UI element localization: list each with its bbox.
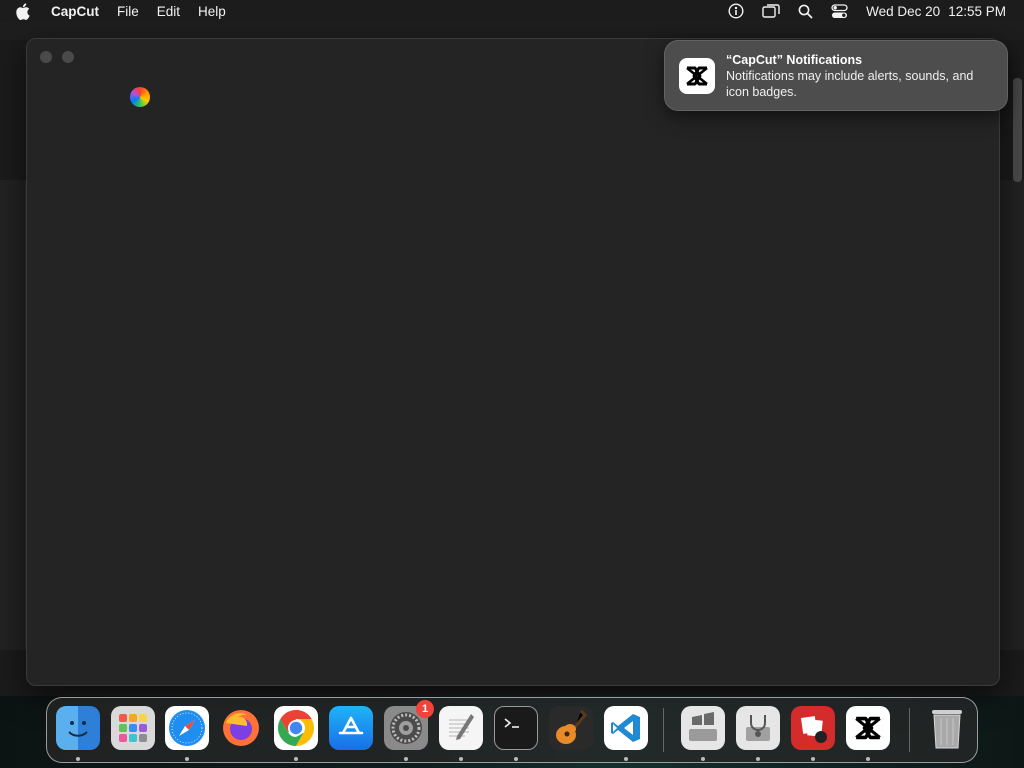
loading-spinner-icon [130,87,150,107]
launchpad-icon[interactable] [111,706,155,750]
background-scrollbar[interactable] [1013,78,1022,182]
close-window-button[interactable] [40,51,52,63]
chrome-icon[interactable] [274,706,318,750]
running-indicator [624,757,628,761]
running-indicator [514,757,518,761]
settings-icon[interactable]: 1 [384,700,434,750]
minimize-window-button[interactable] [62,51,74,63]
accessibility-icon[interactable] [728,3,744,19]
textedit-icon[interactable] [439,706,483,750]
running-indicator [756,757,760,761]
spotlight-search-icon[interactable] [798,4,813,19]
window-controls [40,51,74,63]
menu-help[interactable]: Help [198,4,226,19]
menu-file[interactable]: File [117,4,139,19]
running-indicator [76,757,80,761]
safari-icon[interactable] [165,706,209,750]
control-center-icon[interactable] [831,3,848,19]
app-menu-capcut[interactable]: CapCut [51,4,99,19]
screen-mirroring-icon[interactable] [762,3,780,19]
running-indicator [185,757,189,761]
firefox-icon[interactable] [219,706,263,750]
apple-menu-icon[interactable] [15,2,37,20]
notification-banner[interactable]: “CapCut” Notifications Notifications may… [664,40,1008,111]
garageband-icon[interactable] [549,706,593,750]
running-indicator [459,757,463,761]
bootcamp-icon[interactable] [681,706,725,750]
capcut-main-window [26,38,1000,686]
menu-bar: CapCut File Edit Help Wed Dec 20 12:55 P… [0,0,1024,22]
dock: 1 [46,697,978,763]
vscode-icon[interactable] [604,706,648,750]
running-indicator [866,757,870,761]
clock-time: 12:55 PM [948,3,1006,19]
running-indicator [404,757,408,761]
terminal-icon[interactable] [494,706,538,750]
menubar-clock[interactable]: Wed Dec 20 12:55 PM [866,4,1006,19]
clock-date: Wed Dec 20 [866,3,941,19]
trash-icon[interactable] [925,706,969,750]
dock-separator [663,708,664,752]
background-window-sidebar [0,180,26,650]
app-store-icon[interactable] [329,706,373,750]
menu-edit[interactable]: Edit [157,4,180,19]
photo-booth-icon[interactable] [791,706,835,750]
background-window-edge [1000,180,1024,650]
notification-content: “CapCut” Notifications Notifications may… [726,52,995,100]
notification-body: Notifications may include alerts, sounds… [726,68,974,99]
dock-separator [909,708,910,752]
running-indicator [294,757,298,761]
notification-title: “CapCut” Notifications [726,52,863,67]
running-indicator [701,757,705,761]
notification-badge: 1 [416,700,434,718]
capcut-icon [679,57,715,94]
finder-icon[interactable] [56,706,100,750]
capcut-icon[interactable] [846,706,890,750]
running-indicator [811,757,815,761]
disk-utility-icon[interactable] [736,706,780,750]
